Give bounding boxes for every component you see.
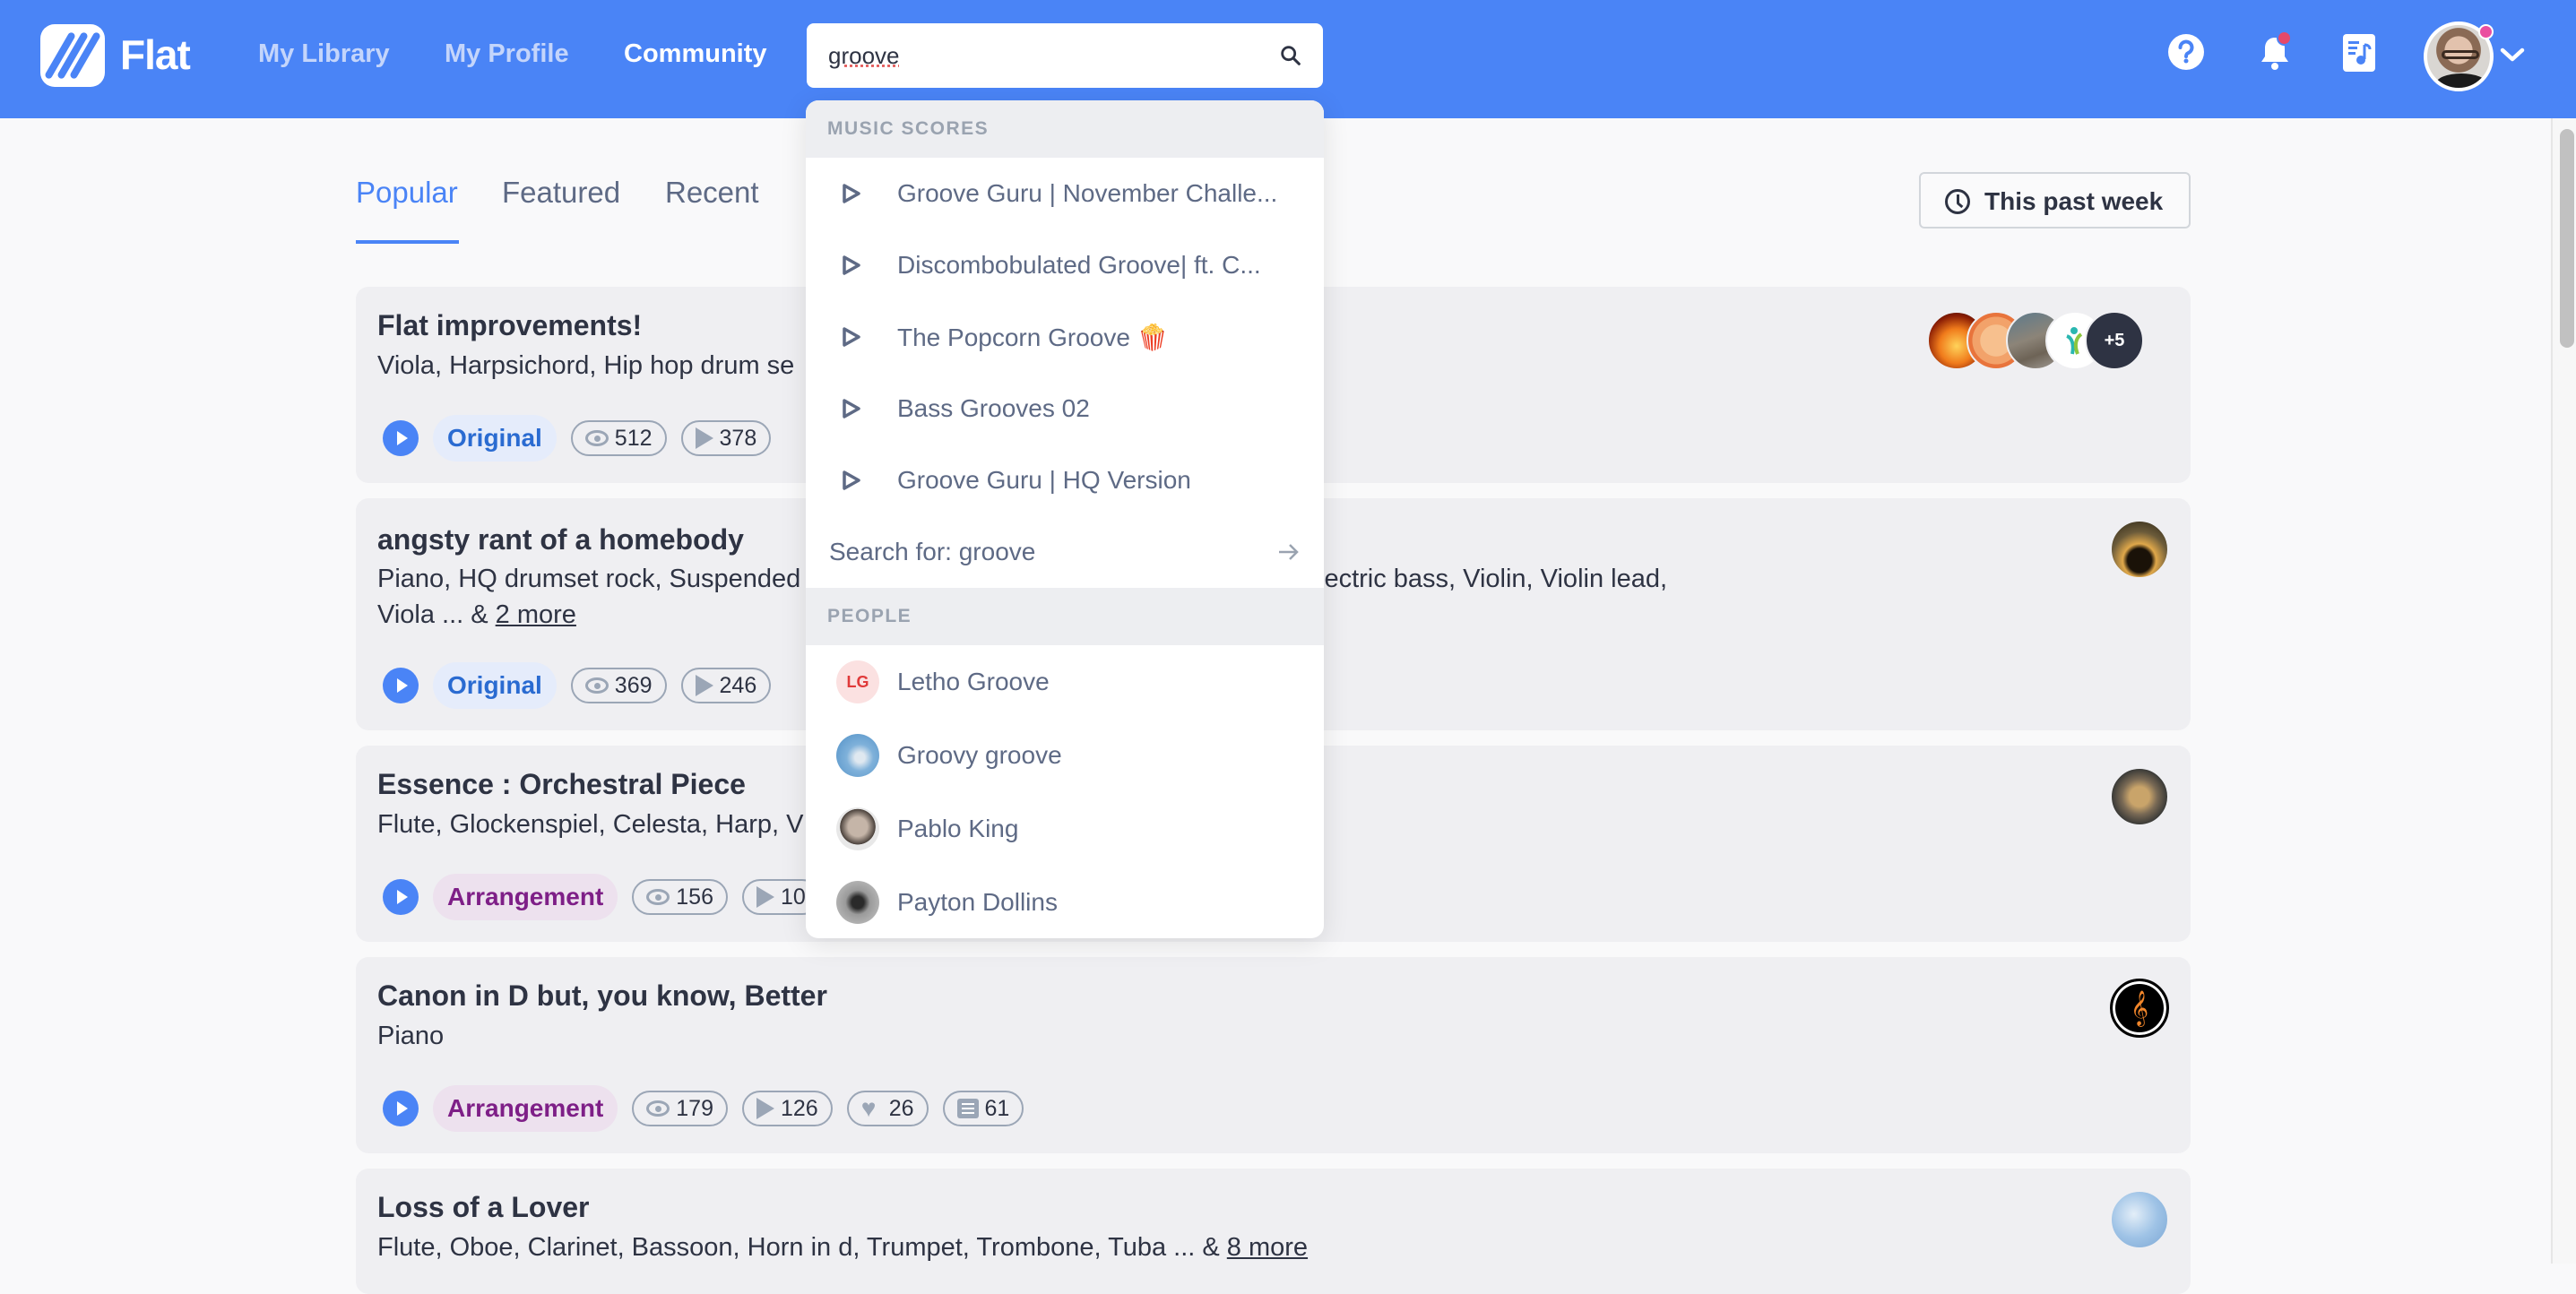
period-filter-button[interactable]: This past week: [1919, 172, 2191, 229]
more-collaborators-badge[interactable]: +5: [2085, 311, 2144, 370]
music-scores-section-header: MUSIC SCORES: [806, 100, 1324, 158]
clock-icon: [1945, 189, 1970, 214]
likes-count[interactable]: ♥ 26: [846, 1091, 929, 1126]
play-button[interactable]: [383, 668, 419, 703]
play-icon: [695, 427, 713, 449]
score-title[interactable]: Loss of a Lover: [377, 1191, 590, 1224]
score-type-badge: Arrangement: [433, 1085, 618, 1132]
nav-my-profile[interactable]: My Profile: [445, 39, 569, 69]
play-outline-icon: [843, 184, 860, 203]
score-title[interactable]: Essence : Orchestral Piece: [377, 768, 746, 801]
eye-icon: [646, 889, 670, 905]
person-avatar: LG: [836, 660, 879, 703]
play-icon: [756, 1098, 774, 1119]
score-instruments: Piano: [377, 1022, 445, 1050]
views-count: 156: [632, 879, 728, 915]
search-input[interactable]: [828, 23, 1258, 88]
active-tab-indicator: [356, 240, 459, 244]
arrow-right-icon: [1279, 544, 1299, 560]
avatar[interactable]: [2110, 1190, 2169, 1249]
person-avatar: [836, 734, 879, 777]
score-suggestion[interactable]: Bass Grooves 02: [806, 373, 1324, 444]
score-card[interactable]: Loss of a Lover Flute, Oboe, Clarinet, B…: [356, 1169, 2191, 1294]
plays-count: 126: [741, 1091, 833, 1126]
views-count: 512: [570, 420, 667, 456]
play-outline-icon: [843, 327, 860, 347]
person-avatar: [836, 881, 879, 924]
score-suggestion[interactable]: Groove Guru | HQ Version: [806, 444, 1324, 516]
heart-icon: ♥: [860, 1094, 877, 1122]
avatar[interactable]: 𝄞: [2110, 979, 2169, 1038]
notification-badge: [2277, 30, 2292, 46]
eye-icon: [584, 430, 609, 446]
plays-count: 246: [680, 668, 772, 703]
collaborator-avatars: +5: [1927, 311, 2169, 370]
more-instruments-link[interactable]: 2 more: [496, 600, 576, 629]
search-for-all-results[interactable]: Search for: groove: [806, 516, 1324, 588]
avatar[interactable]: [2110, 767, 2169, 826]
score-title[interactable]: angsty rant of a homebody: [377, 523, 744, 556]
profile-status-dot: [2478, 24, 2494, 39]
play-icon: [695, 675, 713, 696]
plays-count: 378: [680, 420, 772, 456]
tab-featured[interactable]: Featured: [502, 176, 620, 210]
play-button[interactable]: [383, 420, 419, 456]
period-filter-label: This past week: [1984, 187, 2164, 215]
person-avatar: [836, 807, 879, 850]
score-title[interactable]: Canon in D but, you know, Better: [377, 979, 827, 1013]
person-suggestion[interactable]: Groovy groove: [806, 719, 1324, 792]
person-suggestion[interactable]: Payton Dollins: [806, 866, 1324, 938]
score-title[interactable]: Flat improvements!: [377, 309, 642, 342]
search-box: [807, 23, 1323, 88]
flat-logo-icon[interactable]: [40, 24, 105, 87]
chevron-down-icon[interactable]: [2499, 45, 2526, 65]
score-suggestion[interactable]: The Popcorn Groove 🍿: [806, 301, 1324, 373]
views-count: 179: [632, 1091, 728, 1126]
brand-name[interactable]: Flat: [120, 30, 191, 79]
help-icon[interactable]: [2166, 32, 2206, 72]
notifications-button[interactable]: [2255, 30, 2295, 75]
play-outline-icon: [843, 399, 860, 418]
score-suggestion[interactable]: Groove Guru | November Challe...: [806, 158, 1324, 229]
score-card[interactable]: Canon in D but, you know, Better Piano A…: [356, 957, 2191, 1153]
comments-count[interactable]: 61: [942, 1091, 1024, 1126]
more-instruments-link[interactable]: 8 more: [1227, 1233, 1308, 1262]
person-suggestion[interactable]: LG Letho Groove: [806, 645, 1324, 719]
play-button[interactable]: [383, 879, 419, 915]
comment-icon: [956, 1099, 979, 1118]
score-type-badge: Arrangement: [433, 874, 618, 920]
search-icon[interactable]: [1278, 43, 1303, 68]
eye-icon: [646, 1100, 670, 1117]
nav-my-library[interactable]: My Library: [258, 39, 390, 69]
avatar[interactable]: [2110, 520, 2169, 579]
score-type-badge: Original: [433, 662, 557, 709]
eye-icon: [584, 677, 609, 694]
play-outline-icon: [843, 470, 860, 490]
new-score-icon[interactable]: [2343, 34, 2375, 72]
play-icon: [756, 886, 774, 908]
person-suggestion[interactable]: Pablo King: [806, 792, 1324, 866]
score-type-badge: Original: [433, 415, 557, 462]
tab-popular[interactable]: Popular: [356, 176, 458, 210]
score-instruments: Flute, Oboe, Clarinet, Bassoon, Horn in …: [377, 1233, 1309, 1262]
play-button[interactable]: [383, 1091, 419, 1126]
views-count: 369: [570, 668, 667, 703]
tab-recent[interactable]: Recent: [665, 176, 759, 210]
page-scrollbar[interactable]: [2551, 118, 2576, 1264]
people-section-header: PEOPLE: [806, 588, 1324, 645]
score-suggestion[interactable]: Discombobulated Groove| ft. C...: [806, 229, 1324, 301]
scrollbar-thumb[interactable]: [2560, 129, 2574, 348]
play-outline-icon: [843, 255, 860, 275]
search-suggestions-dropdown: MUSIC SCORES Groove Guru | November Chal…: [806, 100, 1324, 938]
nav-community[interactable]: Community: [624, 39, 767, 69]
